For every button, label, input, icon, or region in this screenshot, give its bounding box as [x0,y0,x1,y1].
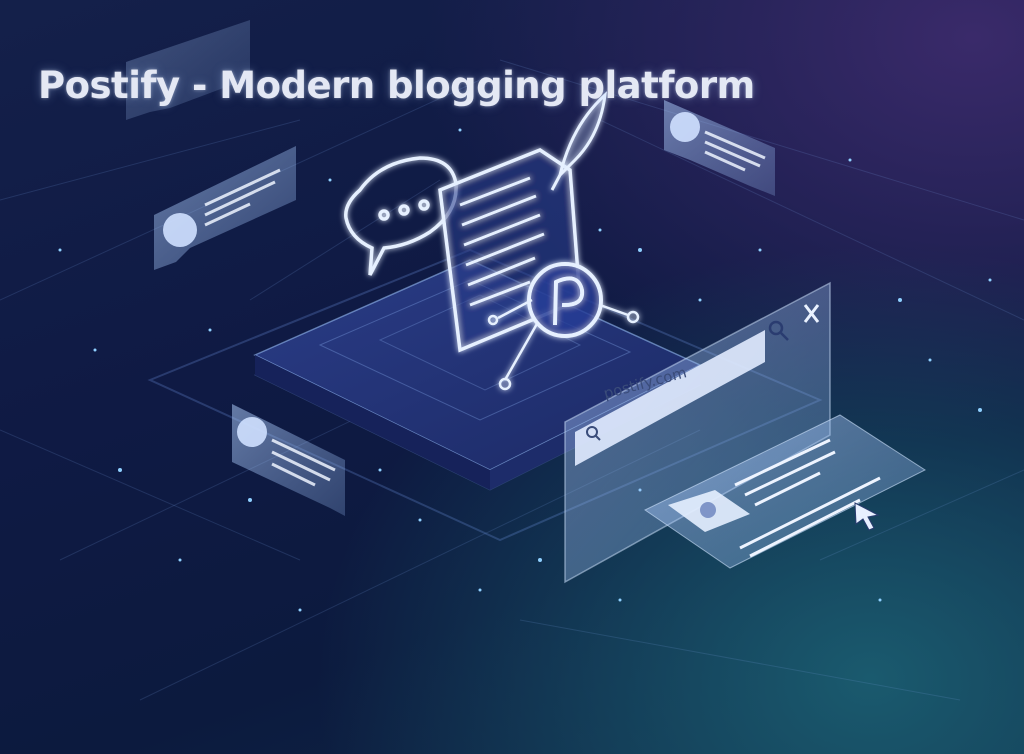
user-avatar-icon [670,112,700,142]
hero-illustration [0,20,1024,701]
comment-card-top-right [664,100,775,196]
user-avatar-icon [700,502,716,518]
page-title: Postify - Modern blogging platform [38,64,755,107]
user-avatar-icon [237,417,267,447]
speech-bubble-icon [344,156,458,276]
feather-quill-icon [550,91,607,191]
comment-card-left [154,146,296,270]
user-avatar-icon [163,213,197,247]
cursor-arrow-icon [854,502,880,531]
